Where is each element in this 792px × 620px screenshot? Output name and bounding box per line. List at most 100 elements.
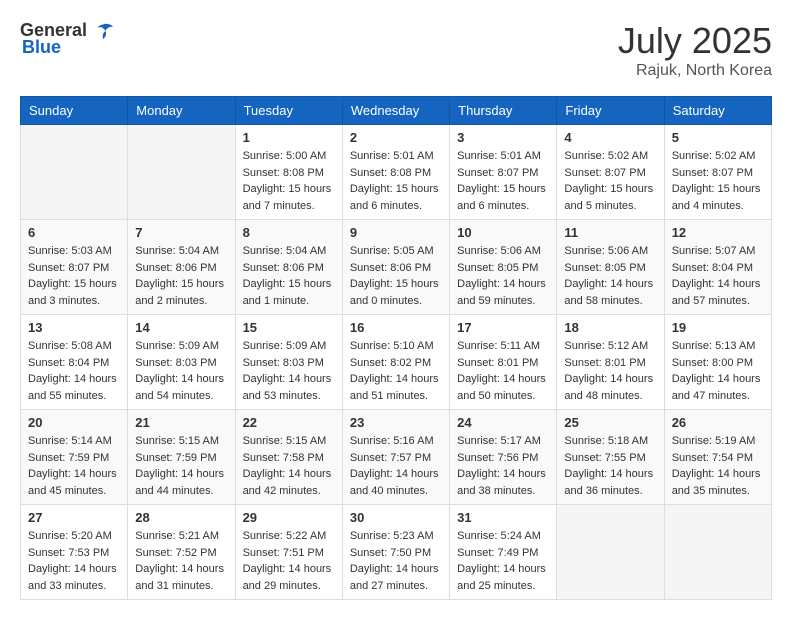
day-info: Sunrise: 5:01 AM Sunset: 8:08 PM Dayligh… bbox=[350, 148, 442, 214]
day-info: Sunrise: 5:16 AM Sunset: 7:57 PM Dayligh… bbox=[350, 433, 442, 499]
day-info: Sunrise: 5:02 AM Sunset: 8:07 PM Dayligh… bbox=[564, 148, 656, 214]
day-number: 16 bbox=[350, 320, 442, 335]
title-block: July 2025 Rajuk, North Korea bbox=[618, 20, 772, 80]
calendar-cell: 9Sunrise: 5:05 AM Sunset: 8:06 PM Daylig… bbox=[342, 220, 449, 315]
calendar-cell: 12 Sunrise: 5:07 AM Sunset: 8:04 PM Dayli… bbox=[664, 220, 771, 315]
day-info: Sunrise: 5:09 AM Sunset: 8:03 PM Dayligh… bbox=[243, 338, 335, 404]
col-header-wednesday: Wednesday bbox=[342, 97, 449, 125]
calendar-table: SundayMondayTuesdayWednesdayThursdayFrid… bbox=[20, 96, 772, 600]
calendar-cell: 3 Sunrise: 5:01 AM Sunset: 8:07 PM Daylig… bbox=[450, 125, 557, 220]
day-number: 23 bbox=[350, 415, 442, 430]
day-info: Sunrise: 5:11 AM Sunset: 8:01 PM Dayligh… bbox=[457, 338, 549, 404]
calendar-cell bbox=[557, 505, 664, 600]
logo: General Blue bbox=[20, 20, 115, 58]
calendar-cell: 20 Sunrise: 5:14 AM Sunset: 7:59 PM Dayli… bbox=[21, 410, 128, 505]
day-number: 7 bbox=[135, 225, 227, 240]
day-info: Sunrise: 5:06 AM Sunset: 8:05 PM Dayligh… bbox=[457, 243, 549, 309]
day-number: 21 bbox=[135, 415, 227, 430]
calendar-cell: 6 Sunrise: 5:03 AM Sunset: 8:07 PM Daylig… bbox=[21, 220, 128, 315]
calendar-cell: 30Sunrise: 5:23 AM Sunset: 7:50 PM Dayli… bbox=[342, 505, 449, 600]
day-number: 13 bbox=[28, 320, 120, 335]
calendar-cell: 11Sunrise: 5:06 AM Sunset: 8:05 PM Dayli… bbox=[557, 220, 664, 315]
day-number: 15 bbox=[243, 320, 335, 335]
day-info: Sunrise: 5:18 AM Sunset: 7:55 PM Dayligh… bbox=[564, 433, 656, 499]
calendar-cell: 1 Sunrise: 5:00 AM Sunset: 8:08 PM Daylig… bbox=[235, 125, 342, 220]
col-header-friday: Friday bbox=[557, 97, 664, 125]
calendar-cell: 7 Sunrise: 5:04 AM Sunset: 8:06 PM Daylig… bbox=[128, 220, 235, 315]
day-number: 4 bbox=[564, 130, 656, 145]
day-info: Sunrise: 5:15 AM Sunset: 7:59 PM Dayligh… bbox=[135, 433, 227, 499]
calendar-cell: 10 Sunrise: 5:06 AM Sunset: 8:05 PM Dayli… bbox=[450, 220, 557, 315]
day-number: 5 bbox=[672, 130, 764, 145]
day-number: 28 bbox=[135, 510, 227, 525]
day-number: 26 bbox=[672, 415, 764, 430]
calendar-week-5: 27 Sunrise: 5:20 AM Sunset: 7:53 PM Dayli… bbox=[21, 505, 772, 600]
calendar-week-4: 20 Sunrise: 5:14 AM Sunset: 7:59 PM Dayli… bbox=[21, 410, 772, 505]
calendar-cell: 25 Sunrise: 5:18 AM Sunset: 7:55 PM Dayli… bbox=[557, 410, 664, 505]
day-number: 24 bbox=[457, 415, 549, 430]
calendar-cell: 21 Sunrise: 5:15 AM Sunset: 7:59 PM Dayli… bbox=[128, 410, 235, 505]
day-info: Sunrise: 5:04 AM Sunset: 8:06 PM Dayligh… bbox=[243, 243, 335, 309]
day-info: Sunrise: 5:12 AM Sunset: 8:01 PM Dayligh… bbox=[564, 338, 656, 404]
calendar-cell: 23 Sunrise: 5:16 AM Sunset: 7:57 PM Dayli… bbox=[342, 410, 449, 505]
day-info: Sunrise: 5:23 AM Sunset: 7:50 PM Dayligh… bbox=[350, 528, 442, 594]
day-number: 17 bbox=[457, 320, 549, 335]
calendar-cell: 17 Sunrise: 5:11 AM Sunset: 8:01 PM Dayli… bbox=[450, 315, 557, 410]
calendar-cell: 4 Sunrise: 5:02 AM Sunset: 8:07 PM Daylig… bbox=[557, 125, 664, 220]
col-header-monday: Monday bbox=[128, 97, 235, 125]
day-info: Sunrise: 5:14 AM Sunset: 7:59 PM Dayligh… bbox=[28, 433, 120, 499]
day-number: 11 bbox=[564, 225, 656, 240]
day-info: Sunrise: 5:08 AM Sunset: 8:04 PM Dayligh… bbox=[28, 338, 120, 404]
calendar-cell: 26 Sunrise: 5:19 AM Sunset: 7:54 PM Dayli… bbox=[664, 410, 771, 505]
day-number: 25 bbox=[564, 415, 656, 430]
location-text: Rajuk, North Korea bbox=[618, 62, 772, 80]
day-info: Sunrise: 5:20 AM Sunset: 7:53 PM Dayligh… bbox=[28, 528, 120, 594]
col-header-saturday: Saturday bbox=[664, 97, 771, 125]
col-header-tuesday: Tuesday bbox=[235, 97, 342, 125]
col-header-sunday: Sunday bbox=[21, 97, 128, 125]
calendar-cell: 16Sunrise: 5:10 AM Sunset: 8:02 PM Dayli… bbox=[342, 315, 449, 410]
calendar-cell: 15 Sunrise: 5:09 AM Sunset: 8:03 PM Dayli… bbox=[235, 315, 342, 410]
day-info: Sunrise: 5:01 AM Sunset: 8:07 PM Dayligh… bbox=[457, 148, 549, 214]
day-number: 27 bbox=[28, 510, 120, 525]
calendar-cell: 29Sunrise: 5:22 AM Sunset: 7:51 PM Dayli… bbox=[235, 505, 342, 600]
day-number: 19 bbox=[672, 320, 764, 335]
day-info: Sunrise: 5:17 AM Sunset: 7:56 PM Dayligh… bbox=[457, 433, 549, 499]
day-info: Sunrise: 5:03 AM Sunset: 8:07 PM Dayligh… bbox=[28, 243, 120, 309]
day-number: 10 bbox=[457, 225, 549, 240]
calendar-cell: 22Sunrise: 5:15 AM Sunset: 7:58 PM Dayli… bbox=[235, 410, 342, 505]
day-info: Sunrise: 5:00 AM Sunset: 8:08 PM Dayligh… bbox=[243, 148, 335, 214]
calendar-cell: 28 Sunrise: 5:21 AM Sunset: 7:52 PM Dayli… bbox=[128, 505, 235, 600]
day-number: 1 bbox=[243, 130, 335, 145]
col-header-thursday: Thursday bbox=[450, 97, 557, 125]
day-info: Sunrise: 5:15 AM Sunset: 7:58 PM Dayligh… bbox=[243, 433, 335, 499]
calendar-week-3: 13 Sunrise: 5:08 AM Sunset: 8:04 PM Dayli… bbox=[21, 315, 772, 410]
calendar-cell: 8Sunrise: 5:04 AM Sunset: 8:06 PM Daylig… bbox=[235, 220, 342, 315]
day-number: 18 bbox=[564, 320, 656, 335]
day-info: Sunrise: 5:19 AM Sunset: 7:54 PM Dayligh… bbox=[672, 433, 764, 499]
calendar-header-row: SundayMondayTuesdayWednesdayThursdayFrid… bbox=[21, 97, 772, 125]
calendar-cell bbox=[664, 505, 771, 600]
day-number: 6 bbox=[28, 225, 120, 240]
day-number: 3 bbox=[457, 130, 549, 145]
logo-bird-icon bbox=[91, 21, 115, 41]
calendar-cell: 24 Sunrise: 5:17 AM Sunset: 7:56 PM Dayli… bbox=[450, 410, 557, 505]
day-number: 12 bbox=[672, 225, 764, 240]
day-number: 31 bbox=[457, 510, 549, 525]
day-info: Sunrise: 5:07 AM Sunset: 8:04 PM Dayligh… bbox=[672, 243, 764, 309]
calendar-cell: 13 Sunrise: 5:08 AM Sunset: 8:04 PM Dayli… bbox=[21, 315, 128, 410]
day-number: 14 bbox=[135, 320, 227, 335]
day-info: Sunrise: 5:02 AM Sunset: 8:07 PM Dayligh… bbox=[672, 148, 764, 214]
day-info: Sunrise: 5:09 AM Sunset: 8:03 PM Dayligh… bbox=[135, 338, 227, 404]
day-info: Sunrise: 5:21 AM Sunset: 7:52 PM Dayligh… bbox=[135, 528, 227, 594]
day-info: Sunrise: 5:04 AM Sunset: 8:06 PM Dayligh… bbox=[135, 243, 227, 309]
day-number: 2 bbox=[350, 130, 442, 145]
calendar-cell bbox=[21, 125, 128, 220]
calendar-cell: 27 Sunrise: 5:20 AM Sunset: 7:53 PM Dayli… bbox=[21, 505, 128, 600]
day-number: 20 bbox=[28, 415, 120, 430]
calendar-cell: 5 Sunrise: 5:02 AM Sunset: 8:07 PM Daylig… bbox=[664, 125, 771, 220]
calendar-week-2: 6 Sunrise: 5:03 AM Sunset: 8:07 PM Daylig… bbox=[21, 220, 772, 315]
day-info: Sunrise: 5:22 AM Sunset: 7:51 PM Dayligh… bbox=[243, 528, 335, 594]
calendar-cell: 2 Sunrise: 5:01 AM Sunset: 8:08 PM Daylig… bbox=[342, 125, 449, 220]
day-info: Sunrise: 5:24 AM Sunset: 7:49 PM Dayligh… bbox=[457, 528, 549, 594]
